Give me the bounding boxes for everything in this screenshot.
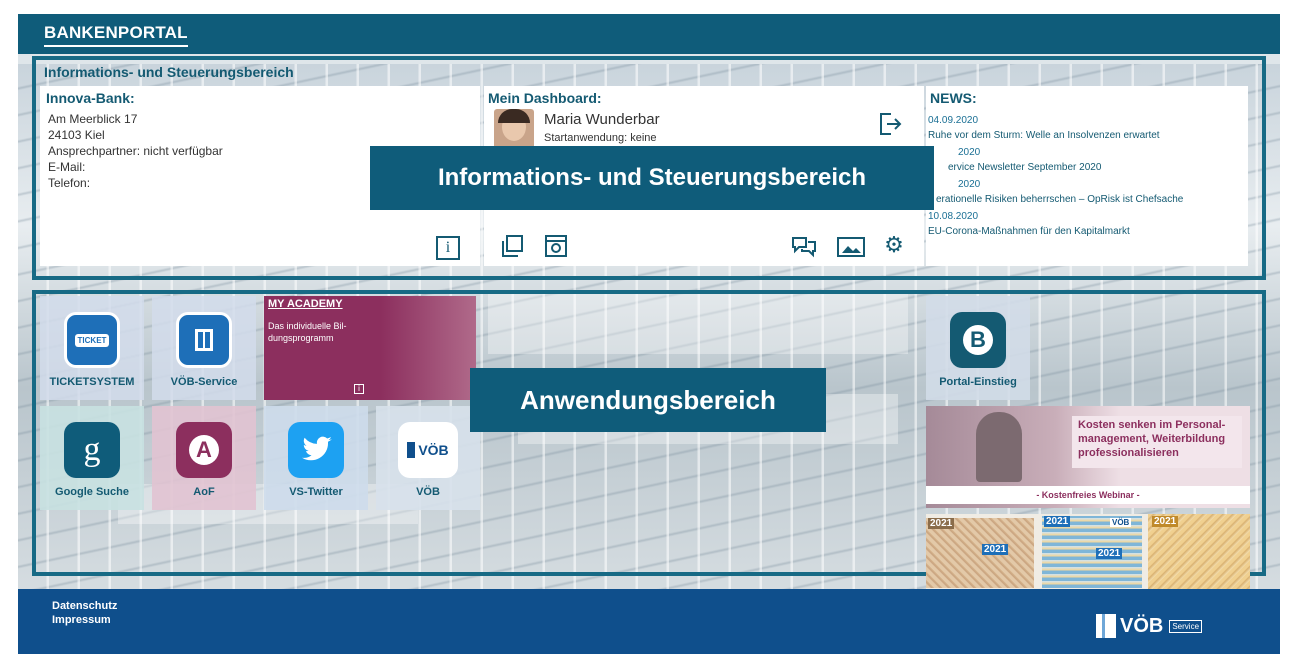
academy-title: MY ACADEMY [268,298,343,310]
news-date: 2020 [958,179,981,190]
logo-mark [1096,614,1116,638]
dashboard-title: Mein Dashboard: [488,90,602,106]
aof-glyph: A [189,435,219,465]
windows-icon[interactable] [498,232,526,260]
logo-sub: Service [1169,619,1203,633]
start-app: Startanwendung: keine [544,132,657,144]
voeb-glyph: VÖB [418,442,449,458]
calendar-year: 2021 [1044,516,1071,527]
calendar-year: 2021 [1096,548,1123,559]
portal-glyph: B [963,325,993,355]
info-icon[interactable]: i [436,236,460,260]
news-date: 10.08.2020 [928,211,979,222]
tile-voeb-service[interactable]: VÖB-Service [152,296,256,400]
news-text: ervice Newsletter September 2020 [948,162,1102,173]
news-text: erationelle Risiken beherrschen – OpRisk… [936,194,1184,205]
ticket-badge: TICKET [74,333,110,347]
calendar-banner[interactable]: 2021 2021 2021 2021 2021 VÖB [926,514,1250,590]
gears-icon[interactable]: ⚙ [878,230,910,260]
bank-email: E-Mail: [48,160,86,174]
news-date: 2020 [958,147,981,158]
calendar-year: 2021 [982,544,1009,555]
tile-label: VS-Twitter [289,486,343,498]
bank-city: 24103 Kiel [48,128,105,142]
twitter-icon [288,422,344,478]
bank-phone: Telefon: [48,176,91,190]
tile-label: Google Suche [55,486,129,498]
news-text: Ruhe vor dem Sturm: Welle an Insolvenzen… [928,130,1160,141]
logout-icon[interactable] [876,110,904,138]
top-bar: BANKENPORTAL [18,14,1280,54]
webinar-person [976,412,1022,482]
tile-twitter[interactable]: VS-Twitter [264,406,368,510]
user-avatar[interactable] [494,109,534,151]
tile-voeb[interactable]: VÖB VÖB [376,406,480,510]
privacy-link[interactable]: Datenschutz [52,600,117,612]
logo-text: VÖB [1120,614,1164,637]
news-list: 04.09.2020 Ruhe vor dem Sturm: Welle an … [928,111,1248,237]
apps-overlay-label: Anwendungsbereich [470,368,826,432]
google-glyph: g [83,431,101,468]
news-title: NEWS: [930,90,977,106]
calendar-year: 2021 [928,518,955,529]
news-date: 04.09.2020 [928,115,979,126]
user-name: Maria Wunderbar [544,111,660,128]
academy-tile[interactable]: MY ACADEMY Das individuelle Bil-dungspro… [264,296,476,400]
news-item[interactable]: 04.09.2020 Ruhe vor dem Sturm: Welle an … [928,115,1248,141]
tile-label: Portal-Einstieg [939,376,1017,388]
info-overlay-label: Informations- und Steuerungsbereich [370,146,934,210]
news-item[interactable]: 2020 erationelle Risiken beherrschen – O… [928,179,1248,205]
portal-frame: BANKENPORTAL Informations- und Steuerung… [18,14,1280,654]
imprint-link[interactable]: Impressum [52,614,111,626]
webinar-headline: Kosten senken im Personal-management, We… [1072,416,1242,468]
academy-text: Das individuelle Bil-dungsprogramm [268,321,347,343]
news-text: EU-Corona-Maßnahmen für den Kapitalmarkt [928,226,1130,237]
voeb-logo[interactable]: VÖB Service [1096,614,1203,638]
news-item[interactable]: 2020 ervice Newsletter September 2020 [928,147,1248,173]
bank-street: Am Meerblick 17 [48,112,138,126]
footer [18,589,1280,654]
tile-aof[interactable]: A AoF [152,406,256,510]
tile-label: VÖB-Service [170,376,238,388]
voeb-icon: VÖB [398,422,458,478]
bank-contact: Ansprechpartner: nicht verfügbar [48,144,223,158]
portal-icon: B [950,312,1006,368]
bank-address: Am Meerblick 17 24103 Kiel Ansprechpartn… [48,111,223,191]
calendar-year: 2021 [1152,516,1179,527]
news-item[interactable]: 10.08.2020 EU-Corona-Maßnahmen für den K… [928,211,1248,237]
info-icon[interactable]: i [354,384,364,394]
settings-window-icon[interactable] [542,232,570,260]
tile-portal-einstieg[interactable]: B Portal-Einstieg [926,296,1030,400]
tile-label: TICKETSYSTEM [49,376,135,388]
portal-brand[interactable]: BANKENPORTAL [44,23,188,47]
webinar-sub: - Kostenfreies Webinar - [926,486,1250,504]
calendar-brand: VÖB [1110,518,1132,527]
info-section-title: Informations- und Steuerungsbereich [44,64,294,80]
aof-icon: A [176,422,232,478]
webinar-banner[interactable]: Kosten senken im Personal-management, We… [926,406,1250,508]
ticket-icon: TICKET [64,312,120,368]
voeb-service-icon [176,312,232,368]
chat-icon[interactable] [790,234,818,260]
google-icon: g [64,422,120,478]
tile-google[interactable]: g Google Suche [40,406,144,510]
bank-title: Innova-Bank: [46,90,135,106]
tile-label: AoF [193,486,215,498]
image-icon[interactable] [836,234,866,260]
tile-ticketsystem[interactable]: TICKET TICKETSYSTEM [40,296,144,400]
tile-label: VÖB [416,486,440,498]
